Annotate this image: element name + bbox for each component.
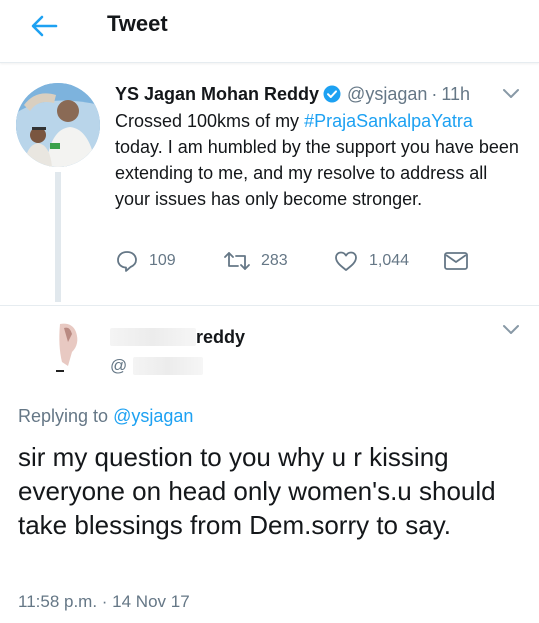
retweet-icon [224, 252, 250, 270]
reply-author-handle[interactable]: @ [110, 356, 127, 376]
reply-name-row: reddy [110, 325, 245, 349]
reply-text: sir my question to you why u r kissing e… [18, 442, 496, 540]
tweet-text-end: today. I am humbled by the support you h… [115, 137, 519, 209]
redacted-name [110, 328, 196, 346]
reply-handle-row: @ [110, 354, 204, 378]
arrow-left-icon [31, 15, 58, 37]
tweet-text: Crossed 100kms of my #PrajaSankalpaYatra… [115, 108, 525, 212]
like-action[interactable]: 1,044 [333, 248, 409, 274]
redacted-handle [133, 357, 204, 375]
page-title: Tweet [107, 11, 168, 36]
top-bar: Tweet [0, 0, 539, 63]
heart-icon [335, 251, 357, 271]
avatar-photo [50, 322, 88, 376]
retweet-action[interactable]: 283 [223, 248, 288, 274]
back-button[interactable] [24, 10, 64, 42]
replying-to: Replying to @ysjagan [18, 406, 193, 427]
chevron-down-icon [503, 89, 519, 98]
reply-avatar[interactable] [50, 322, 88, 376]
divider [0, 305, 539, 306]
avatar-photo [16, 83, 100, 167]
share-action[interactable] [443, 248, 469, 274]
mention-link[interactable]: @ysjagan [113, 406, 193, 426]
author-name[interactable]: YS Jagan Mohan Reddy [115, 84, 319, 105]
replying-label: Replying to [18, 406, 114, 426]
reply-menu-button[interactable] [502, 322, 520, 340]
reply-timestamp[interactable]: 11:58 p.m. · 14 Nov 17 [18, 592, 190, 612]
tweet-actions: 109 283 1,044 [115, 248, 475, 274]
tweet-text-start: Crossed 100kms of my [115, 111, 305, 131]
hashtag-link[interactable]: #PrajaSankalpaYatra [304, 111, 473, 131]
reply-action[interactable]: 109 [115, 248, 176, 274]
tweet-time[interactable]: 11h [441, 84, 470, 105]
reply-author-name[interactable]: reddy [196, 327, 245, 348]
tweet-header: YS Jagan Mohan Reddy @ysjagan · 11h [115, 80, 470, 108]
reply-count: 109 [149, 252, 176, 269]
tweet-menu-button[interactable] [502, 86, 520, 104]
author-avatar[interactable] [16, 83, 100, 167]
like-count: 1,044 [369, 252, 410, 269]
author-handle[interactable]: @ysjagan [347, 84, 427, 105]
thread-line [55, 172, 61, 302]
retweet-count: 283 [261, 252, 288, 269]
envelope-icon [444, 252, 468, 270]
verified-badge-icon [323, 85, 341, 103]
separator-dot: · [431, 83, 438, 104]
reply-icon [117, 251, 137, 272]
chevron-down-icon [503, 325, 519, 334]
